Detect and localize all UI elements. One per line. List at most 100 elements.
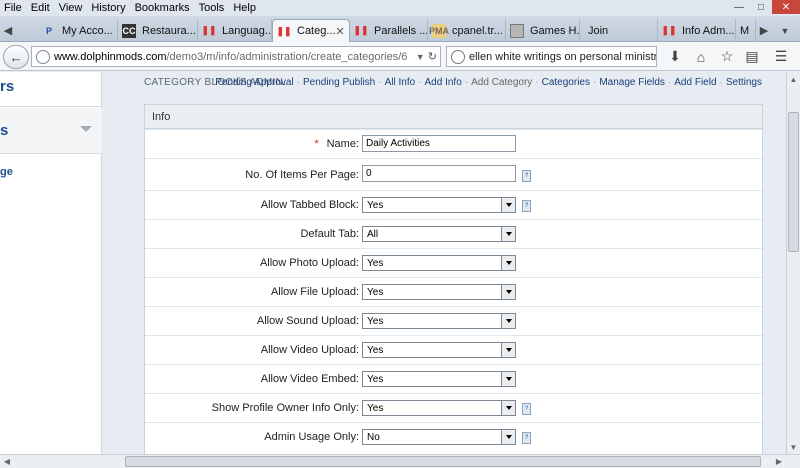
tab-cpanel[interactable]: PMA cpanel.tr... <box>428 19 506 42</box>
photo-upload-select[interactable]: Yes <box>362 255 516 271</box>
phpmyadmin-icon: PMA <box>429 23 449 38</box>
link-settings[interactable]: Settings <box>726 77 762 88</box>
vertical-scrollbar[interactable]: ▲ ▼ <box>786 72 800 454</box>
chevron-down-icon[interactable] <box>501 401 515 415</box>
reload-icon[interactable]: ▼ ↻ <box>412 50 437 63</box>
tab-scroll-right-icon[interactable]: ▶ <box>758 19 770 42</box>
tab-list-icon[interactable]: ▼ <box>776 19 794 42</box>
admin-usage-select[interactable]: No <box>362 429 516 445</box>
menu-history[interactable]: History <box>91 2 125 14</box>
chevron-down-icon[interactable] <box>501 285 515 299</box>
tab-label: Info Adm... <box>682 24 735 37</box>
tab-parallels[interactable]: ❚❚ Parallels ... <box>350 19 428 42</box>
chevron-down-icon[interactable] <box>501 430 515 444</box>
tab-info-admin[interactable]: ❚❚ Info Adm... <box>658 19 736 42</box>
required-asterisk: * <box>314 138 319 150</box>
file-upload-select[interactable]: Yes <box>362 284 516 300</box>
link-categories[interactable]: Categories <box>542 77 590 88</box>
field-label: Allow File Upload: <box>270 286 359 298</box>
scroll-right-icon[interactable]: ▶ <box>772 455 786 468</box>
name-input[interactable]: Daily Activities <box>362 135 516 152</box>
link-pending-approval[interactable]: Pending Approval <box>215 77 293 88</box>
menu-help[interactable]: Help <box>233 2 256 14</box>
profile-owner-info-select[interactable]: Yes <box>362 400 516 416</box>
url-bar[interactable]: www.dolphinmods.com /demo3/m/info/admini… <box>31 46 441 67</box>
menu-view[interactable]: View <box>59 2 83 14</box>
link-pending-publish[interactable]: Pending Publish <box>303 77 375 88</box>
form-row-tabbed-block: Allow Tabbed Block: Yes ? <box>145 190 762 219</box>
horizontal-scroll-thumb[interactable] <box>125 456 761 467</box>
scroll-left-icon[interactable]: ◀ <box>0 455 14 468</box>
history-dropdown-icon[interactable]: ▼ <box>416 52 425 62</box>
items-per-page-input[interactable]: 0 <box>362 165 516 182</box>
menu-hamburger-icon[interactable]: ☰ <box>770 46 792 67</box>
link-all-info[interactable]: All Info <box>385 77 416 88</box>
tab-join[interactable]: Join <box>580 19 658 42</box>
help-icon[interactable]: ? <box>522 170 531 182</box>
form-row-name: * Name: Daily Activities <box>145 129 762 158</box>
collapse-caret-icon[interactable] <box>80 126 92 132</box>
back-arrow-icon[interactable]: ← <box>3 45 29 69</box>
video-embed-select[interactable]: Yes <box>362 371 516 387</box>
search-bar[interactable]: ellen white writings on personal ministr… <box>446 46 657 67</box>
link-add-info[interactable]: Add Info <box>425 77 462 88</box>
admin-action-links: Pending Approval · Pending Publish · All I… <box>215 77 762 88</box>
tab-categories-active[interactable]: ❚❚ Categ... ✕ <box>272 19 350 42</box>
video-upload-select[interactable]: Yes <box>362 342 516 358</box>
scroll-up-icon[interactable]: ▲ <box>787 72 800 86</box>
chevron-down-icon[interactable] <box>501 227 515 241</box>
search-input[interactable]: ellen white writings on personal ministr… <box>469 51 656 63</box>
download-icon[interactable]: ⬇ <box>664 46 686 67</box>
form-row-video-embed: Allow Video Embed: Yes <box>145 364 762 393</box>
left-panel: rs s ge <box>0 72 102 454</box>
minimize-icon[interactable]: — <box>728 0 750 14</box>
clipboard-icon[interactable]: ▤ <box>741 46 763 67</box>
tabbed-block-select[interactable]: Yes <box>362 197 516 213</box>
tab-my-account[interactable]: P My Acco... <box>38 19 118 42</box>
left-panel-section[interactable]: s <box>0 108 102 154</box>
field-label: Allow Video Embed: <box>260 373 359 385</box>
left-panel-link[interactable]: ge <box>0 166 13 178</box>
url-domain: www.dolphinmods.com <box>54 50 167 63</box>
vertical-scroll-thumb[interactable] <box>788 112 799 252</box>
link-manage-fields[interactable]: Manage Fields <box>599 77 665 88</box>
form-row-default-tab: Default Tab: All <box>145 219 762 248</box>
link-add-field[interactable]: Add Field <box>674 77 716 88</box>
navigation-bar: ← www.dolphinmods.com /demo3/m/info/admi… <box>0 42 800 71</box>
close-tab-icon[interactable]: ✕ <box>336 25 345 38</box>
tab-games[interactable]: Games H... <box>506 19 580 42</box>
field-label: * Name: <box>314 138 359 150</box>
tab-languages[interactable]: ❚❚ Languag... <box>198 19 272 42</box>
chevron-down-icon[interactable] <box>501 343 515 357</box>
chevron-down-icon[interactable] <box>501 372 515 386</box>
help-icon[interactable]: ? <box>522 403 531 415</box>
maximize-icon[interactable]: □ <box>750 0 772 14</box>
sound-upload-select[interactable]: Yes <box>362 313 516 329</box>
horizontal-scrollbar[interactable]: ◀ ▶ <box>0 454 800 468</box>
scroll-down-icon[interactable]: ▼ <box>787 440 800 454</box>
main-area: CATEGORY BLOCKS ADMIN. Pending Approval ·… <box>103 72 786 454</box>
parallels-icon: ❚❚ <box>201 25 217 35</box>
home-icon[interactable]: ⌂ <box>690 46 712 67</box>
menu-edit[interactable]: Edit <box>31 2 50 14</box>
tab-overflow[interactable]: M <box>736 19 756 42</box>
parallels-icon: ❚❚ <box>353 25 369 35</box>
help-icon[interactable]: ? <box>522 432 531 444</box>
tab-restaurant[interactable]: CC Restaura... <box>118 19 198 42</box>
chevron-down-icon[interactable] <box>501 314 515 328</box>
image-icon <box>510 23 524 38</box>
tab-scroll-left-icon[interactable]: ◀ <box>2 19 14 42</box>
tab-label: Languag... <box>222 24 272 37</box>
star-bookmark-icon[interactable]: ☆ <box>716 46 738 67</box>
menu-file[interactable]: File <box>4 2 22 14</box>
chevron-down-icon[interactable] <box>501 256 515 270</box>
field-label: Show Profile Owner Info Only: <box>211 402 359 414</box>
help-icon[interactable]: ? <box>522 200 531 212</box>
menu-tools[interactable]: Tools <box>199 2 225 14</box>
chevron-down-icon[interactable] <box>501 198 515 212</box>
parallels-icon: ❚❚ <box>276 25 292 36</box>
close-window-icon[interactable]: ✕ <box>772 0 800 14</box>
default-tab-select[interactable]: All <box>362 226 516 242</box>
field-label: Allow Video Upload: <box>260 344 359 356</box>
menu-bookmarks[interactable]: Bookmarks <box>135 2 190 14</box>
